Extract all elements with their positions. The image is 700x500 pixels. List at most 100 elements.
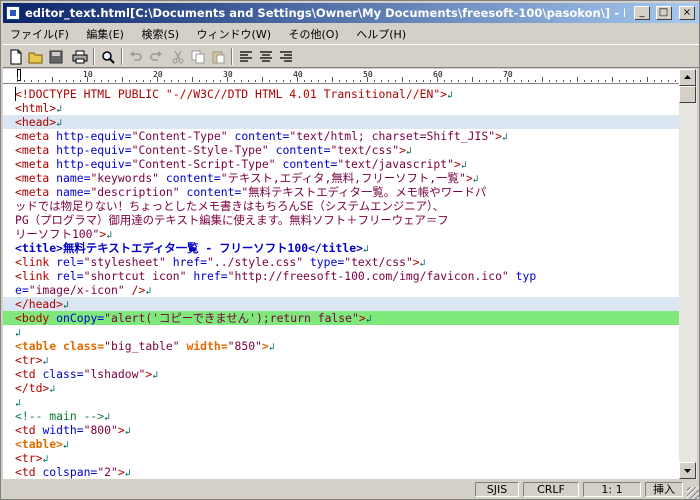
code-line[interactable]: e="image/x-icon" />↲ [3, 283, 679, 297]
ruler-tick [374, 80, 375, 82]
code-line[interactable]: PG（プログラマ）御用達のテキスト編集に使えます。無料ソフト＋フリーウェア＝フ [3, 213, 679, 227]
code-line[interactable]: <meta name="keywords" content="テキスト,エディタ… [3, 171, 679, 185]
menu-window[interactable]: ウィンドウ(W) [190, 24, 278, 42]
menu-file[interactable]: ファイル(F) [3, 24, 76, 42]
code-line[interactable]: <tr>↲ [3, 451, 679, 465]
ruler-tick [262, 77, 263, 82]
vertical-scrollbar[interactable] [679, 69, 697, 479]
code-token: <meta [15, 171, 57, 185]
code-line[interactable]: <meta name="description" content="無料テキスト… [3, 185, 679, 199]
code-token: > [412, 255, 420, 269]
code-token: > [117, 465, 125, 479]
print-icon[interactable] [71, 48, 89, 65]
ruler-tick [255, 80, 256, 82]
scroll-down-button[interactable] [679, 462, 696, 479]
code-line[interactable]: リーソフト100">↲ [3, 227, 679, 241]
menu-other[interactable]: その他(O) [282, 24, 346, 42]
redo-icon[interactable] [147, 48, 165, 65]
code-line[interactable]: ↲ [3, 325, 679, 339]
ruler-tick [108, 80, 109, 82]
menu-search[interactable]: 検索(S) [134, 24, 186, 42]
align-right-icon[interactable] [277, 48, 295, 65]
ruler-tick [640, 80, 641, 82]
app-icon[interactable] [6, 6, 20, 20]
open-folder-icon[interactable] [27, 48, 45, 65]
code-line[interactable]: <html>↲ [3, 101, 679, 115]
code-line[interactable]: </head>↲ [3, 297, 679, 311]
menu-help[interactable]: ヘルプ(H) [349, 24, 413, 42]
code-line[interactable]: <!DOCTYPE HTML PUBLIC "-//W3C//DTD HTML … [3, 87, 679, 101]
code-line[interactable]: ッドでは物足りない！ちょっとしたメモ書きはもちろんSE（システムエンジニア）、 [3, 199, 679, 213]
maximize-button[interactable]: □ [655, 6, 672, 20]
code-line[interactable]: <link rel="shortcut icon" href="http://f… [3, 269, 679, 283]
code-line[interactable]: <table>↲ [3, 437, 679, 451]
scroll-thumb[interactable] [679, 86, 696, 103]
line-break-mark: ↲ [63, 300, 70, 311]
code-token: class= [42, 367, 84, 381]
code-line[interactable]: <td width="800">↲ [3, 423, 679, 437]
ruler-tick [493, 80, 494, 82]
code-line[interactable]: <tr>↲ [3, 353, 679, 367]
code-line[interactable]: <meta http-equiv="Content-Script-Type" c… [3, 157, 679, 171]
code-line[interactable]: <!-- main -->↲ [3, 409, 679, 423]
ruler-tick [458, 80, 459, 82]
ruler-tick [24, 80, 25, 82]
title-bar[interactable]: editor_text.html[C:\Documents and Settin… [3, 3, 699, 23]
ruler-tick [535, 80, 536, 82]
ruler-tick [570, 80, 571, 82]
code-token: "description" [90, 185, 180, 199]
code-line[interactable]: <link rel="stylesheet" href="../style.cs… [3, 255, 679, 269]
code-line[interactable]: <table class="big_table" width="850">↲ [3, 339, 679, 353]
align-center-icon[interactable] [257, 48, 275, 65]
code-line[interactable]: ↲ [3, 395, 679, 409]
toolbar-separator [231, 48, 233, 65]
align-left-icon[interactable] [237, 48, 255, 65]
cut-icon[interactable] [169, 48, 187, 65]
scroll-up-button[interactable] [679, 69, 696, 86]
ruler: 10 20 30 40 50 60 70 [3, 69, 679, 84]
minimize-button[interactable]: _ [634, 6, 650, 20]
code-token: </head> [15, 297, 64, 311]
code-token: class= [63, 339, 105, 353]
line-break-mark: ↲ [472, 174, 479, 185]
resize-grip[interactable] [687, 487, 699, 499]
k2editor-window: editor_text.html[C:\Documents and Settin… [0, 0, 700, 500]
undo-icon[interactable] [127, 48, 145, 65]
status-insert-mode[interactable]: 挿入 [645, 482, 683, 497]
ruler-tick [269, 80, 270, 82]
ruler-tick [45, 80, 46, 82]
menu-edit[interactable]: 編集(E) [79, 24, 131, 42]
ruler-tick [94, 80, 95, 82]
code-token: content= [159, 171, 221, 185]
text-editor-area[interactable]: <!DOCTYPE HTML PUBLIC "-//W3C//DTD HTML … [3, 84, 679, 479]
code-line[interactable]: <title>無料テキストエディタ一覧 - フリーソフト100</title>↲ [3, 241, 679, 255]
paste-icon[interactable] [209, 48, 227, 65]
code-line[interactable]: <meta http-equiv="Content-Type" content=… [3, 129, 679, 143]
ruler-tick [409, 80, 410, 82]
ruler-tick [465, 80, 466, 82]
code-token: "無料テキストエディタ一覧。メモ帳やワードパ [241, 185, 487, 199]
find-icon[interactable] [99, 48, 117, 65]
ruler-tick [668, 80, 669, 82]
code-line[interactable]: <meta http-equiv="Content-Style-Type" co… [3, 143, 679, 157]
ruler-tick [101, 80, 102, 82]
ruler-tick [318, 80, 319, 82]
ruler-tick [423, 80, 424, 82]
toolbar-separator [93, 48, 95, 65]
ruler-mark: 10 [83, 70, 93, 79]
status-line-ending[interactable]: CRLF [523, 482, 579, 497]
copy-icon[interactable] [189, 48, 207, 65]
ruler-tick [353, 80, 354, 82]
code-line[interactable]: <head>↲ [3, 115, 679, 129]
line-break-mark: ↲ [124, 468, 131, 479]
code-line[interactable]: <td colspan="2">↲ [3, 465, 679, 479]
close-button[interactable]: × [679, 6, 695, 20]
code-line[interactable]: </td>↲ [3, 381, 679, 395]
code-line[interactable]: <td class="lshadow">↲ [3, 367, 679, 381]
save-icon[interactable] [47, 48, 65, 65]
status-encoding[interactable]: SJIS [475, 482, 519, 497]
code-line[interactable]: <body onCopy="alert('コピーできません');return f… [3, 311, 679, 325]
line-break-mark: ↲ [42, 356, 49, 367]
ruler-tick [143, 80, 144, 82]
new-file-icon[interactable] [7, 48, 25, 65]
